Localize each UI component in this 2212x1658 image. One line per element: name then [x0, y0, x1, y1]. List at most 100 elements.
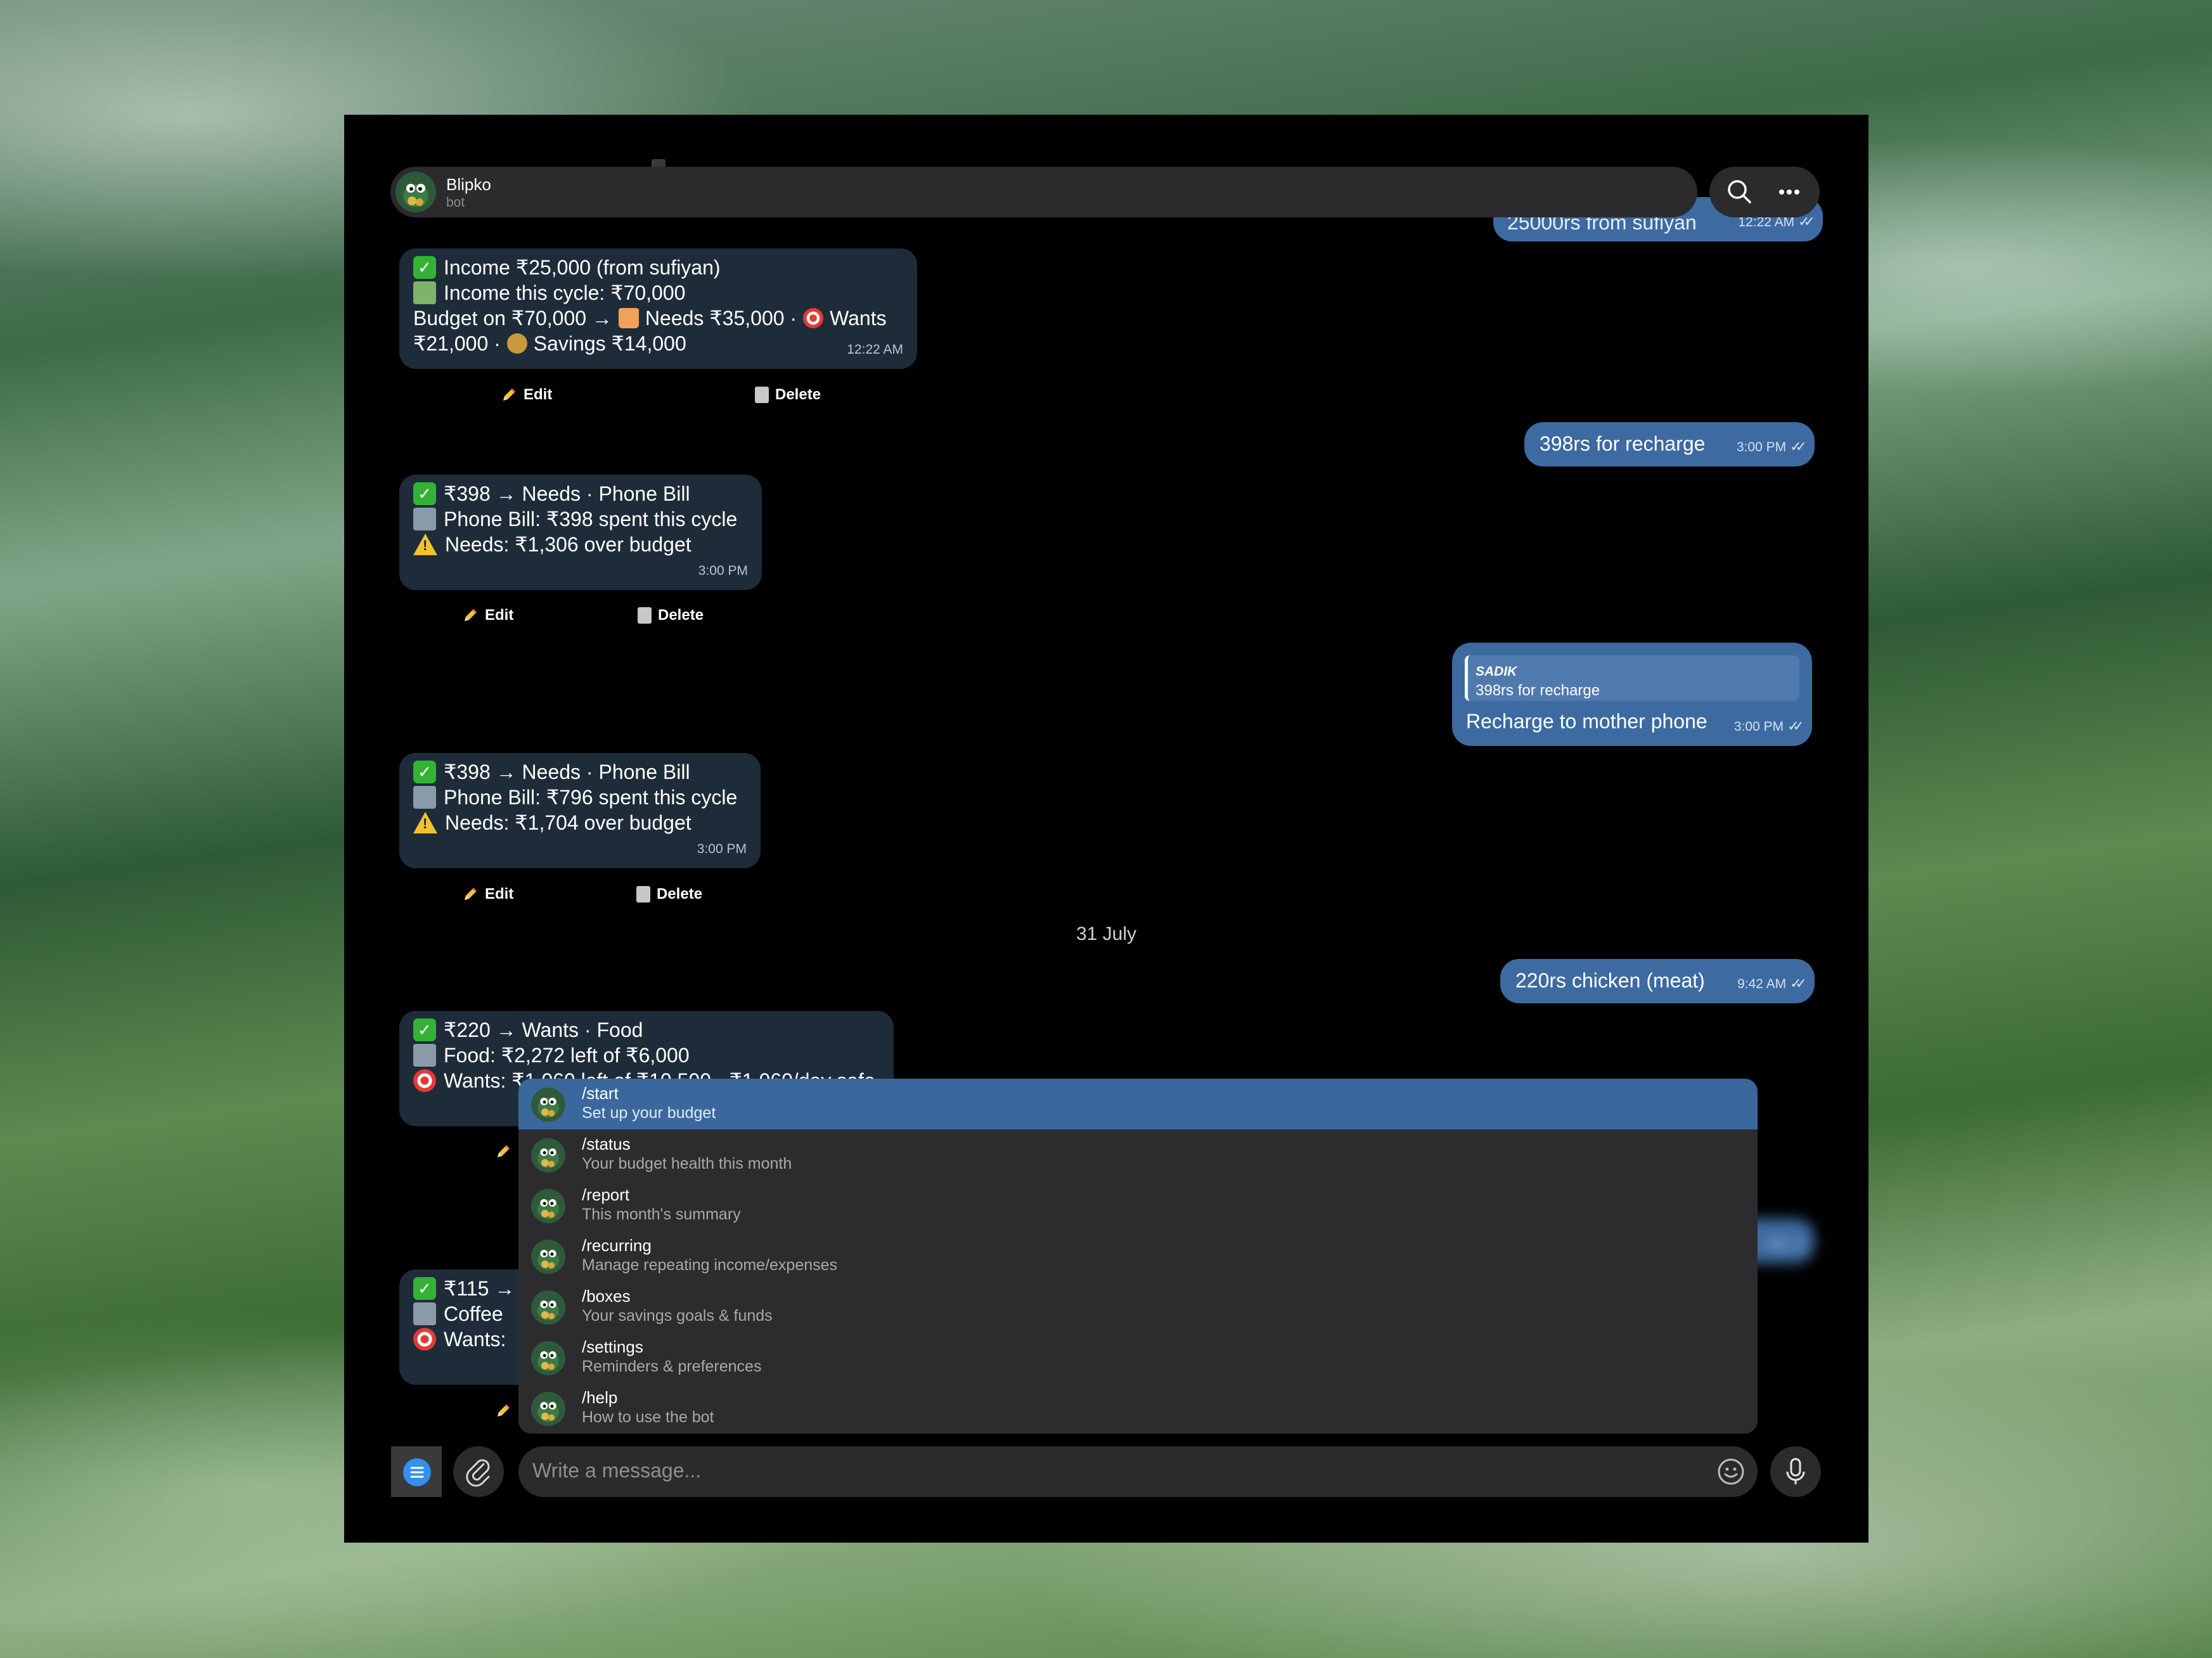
command-name: /help: [582, 1388, 618, 1407]
message-outgoing[interactable]: 220rs chicken (meat) 9:42 AM ✓✓: [1500, 959, 1815, 1003]
delete-button[interactable]: Delete: [755, 386, 821, 404]
check-emoji: ✓: [413, 1019, 436, 1041]
message-line: Coffee: [444, 1302, 503, 1325]
bot-avatar: [531, 1392, 565, 1426]
edit-button[interactable]: Edit: [462, 885, 513, 903]
message-incoming[interactable]: ✓ ₹398 → Needs · Phone Bill Phone Bill: ₹…: [399, 753, 761, 868]
bot-avatar: [531, 1240, 565, 1274]
message-line: ₹398 → Needs · Phone Bill: [444, 482, 690, 505]
command-description: This month's summary: [582, 1205, 741, 1223]
message-line: ₹115 →: [444, 1277, 515, 1300]
command-item-status[interactable]: /status Your budget health this month: [518, 1129, 1758, 1180]
command-item-recurring[interactable]: /recurring Manage repeating income/expen…: [518, 1231, 1758, 1282]
pencil-icon: [501, 387, 517, 403]
button-label: Edit: [524, 386, 553, 403]
dart-emoji: [413, 1328, 436, 1351]
message-line: Wants: [830, 307, 887, 330]
message-text: Recharge to mother phone: [1466, 710, 1707, 733]
message-time: 3:00 PM ✓✓: [1737, 434, 1807, 460]
message-outgoing[interactable]: SADIK 398rs for recharge Recharge to mot…: [1452, 643, 1812, 746]
search-icon[interactable]: [1723, 176, 1756, 209]
trash-icon: [636, 886, 650, 903]
command-description: Your budget health this month: [582, 1155, 792, 1173]
message-line: ₹398 → Needs · Phone Bill: [444, 761, 690, 783]
message-line: ₹21,000 ·: [413, 332, 501, 355]
attach-button[interactable]: [453, 1446, 504, 1497]
command-item-boxes[interactable]: /boxes Your savings goals & funds: [518, 1282, 1758, 1332]
bot-avatar[interactable]: [395, 172, 436, 212]
message-outgoing[interactable]: 398rs for recharge 3:00 PM ✓✓: [1524, 422, 1815, 466]
command-name: /recurring: [582, 1236, 652, 1255]
pencil-icon: [462, 886, 479, 903]
button-label: Edit: [485, 607, 514, 624]
reply-quote[interactable]: SADIK 398rs for recharge: [1465, 655, 1799, 701]
command-name: /boxes: [582, 1287, 631, 1306]
read-ticks-icon: ✓✓: [1790, 975, 1807, 991]
message-line: ₹220 → Wants · Food: [444, 1019, 643, 1041]
bot-avatar: [531, 1341, 565, 1375]
header-actions: [1709, 167, 1820, 217]
menu-icon: [403, 1458, 431, 1486]
dart-emoji: [413, 1069, 436, 1092]
emoji-icon[interactable]: [1716, 1456, 1746, 1487]
date-separator: 31 July: [1076, 923, 1137, 944]
message-time: 3:00 PM ✓✓: [1734, 714, 1804, 740]
command-item-help[interactable]: /help How to use the bot: [518, 1383, 1758, 1434]
pencil-icon[interactable]: [495, 1143, 511, 1160]
chat-subtitle: bot: [446, 195, 465, 210]
check-emoji: ✓: [413, 482, 436, 505]
message-line: Budget on ₹70,000 →: [413, 307, 612, 330]
warning-emoji: !: [413, 812, 437, 833]
check-emoji: ✓: [413, 256, 436, 279]
trash-icon: [638, 607, 652, 624]
mic-icon: [1786, 1458, 1805, 1484]
message-time: 3:00 PM: [697, 842, 747, 856]
message-time: AM ✓✓: [1766, 1231, 1807, 1257]
check-emoji: ✓: [413, 1277, 436, 1300]
message-line: Income this cycle: ₹70,000: [444, 281, 686, 304]
command-name: /start: [582, 1084, 619, 1103]
voice-record-button[interactable]: [1770, 1446, 1821, 1497]
check-emoji: ✓: [413, 761, 436, 783]
message-time: 3:00 PM: [698, 563, 748, 578]
command-item-report[interactable]: /report This month's summary: [518, 1180, 1758, 1231]
pencil-icon[interactable]: [495, 1403, 511, 1419]
chat-title: Blipko: [446, 175, 491, 194]
command-name: /status: [582, 1134, 631, 1154]
command-name: /report: [582, 1185, 630, 1204]
message-line: Wants:: [444, 1328, 506, 1351]
command-item-start[interactable]: /start Set up your budget: [518, 1079, 1758, 1129]
message-text: 220rs chicken (meat): [1515, 969, 1705, 992]
read-ticks-icon: ✓✓: [1790, 1235, 1807, 1251]
edit-button[interactable]: Edit: [462, 607, 513, 624]
command-description: Set up your budget: [582, 1104, 716, 1122]
reply-text: 398rs for recharge: [1476, 682, 1600, 699]
folder-emoji: [413, 1044, 436, 1067]
message-incoming[interactable]: ✓ Income ₹25,000 (from sufiyan) Income th…: [399, 248, 917, 369]
message-line: Needs: ₹1,306 over budget: [445, 533, 691, 556]
delete-button[interactable]: Delete: [638, 607, 704, 624]
folder-emoji: [413, 1302, 436, 1325]
command-item-settings[interactable]: /settings Reminders & preferences: [518, 1332, 1758, 1383]
message-line: Needs: ₹1,704 over budget: [445, 811, 691, 834]
button-label: Delete: [658, 607, 704, 624]
message-time: 12:22 AM: [847, 342, 903, 357]
folder-emoji: [413, 508, 436, 530]
message-incoming[interactable]: ✓ ₹398 → Needs · Phone Bill Phone Bill: ₹…: [399, 475, 762, 590]
button-label: Edit: [485, 885, 514, 903]
message-input[interactable]: Write a message...: [518, 1446, 1758, 1497]
message-line: Phone Bill: ₹796 spent this cycle: [444, 786, 738, 809]
more-icon[interactable]: [1773, 176, 1806, 209]
bot-avatar: [531, 1189, 565, 1223]
delete-button[interactable]: Delete: [636, 885, 702, 903]
house-emoji: [618, 308, 639, 328]
edit-button[interactable]: Edit: [501, 386, 552, 404]
message-input-placeholder: Write a message...: [532, 1459, 702, 1482]
chat-header[interactable]: Blipko bot: [390, 167, 1697, 217]
folder-emoji: [413, 786, 436, 809]
command-description: Manage repeating income/expenses: [582, 1256, 838, 1274]
command-description: Reminders & preferences: [582, 1358, 762, 1375]
bot-commands-popup: /start Set up your budget /status Your b…: [518, 1079, 1758, 1434]
message-line: Savings ₹14,000: [533, 332, 686, 355]
bot-menu-button[interactable]: [391, 1446, 442, 1497]
